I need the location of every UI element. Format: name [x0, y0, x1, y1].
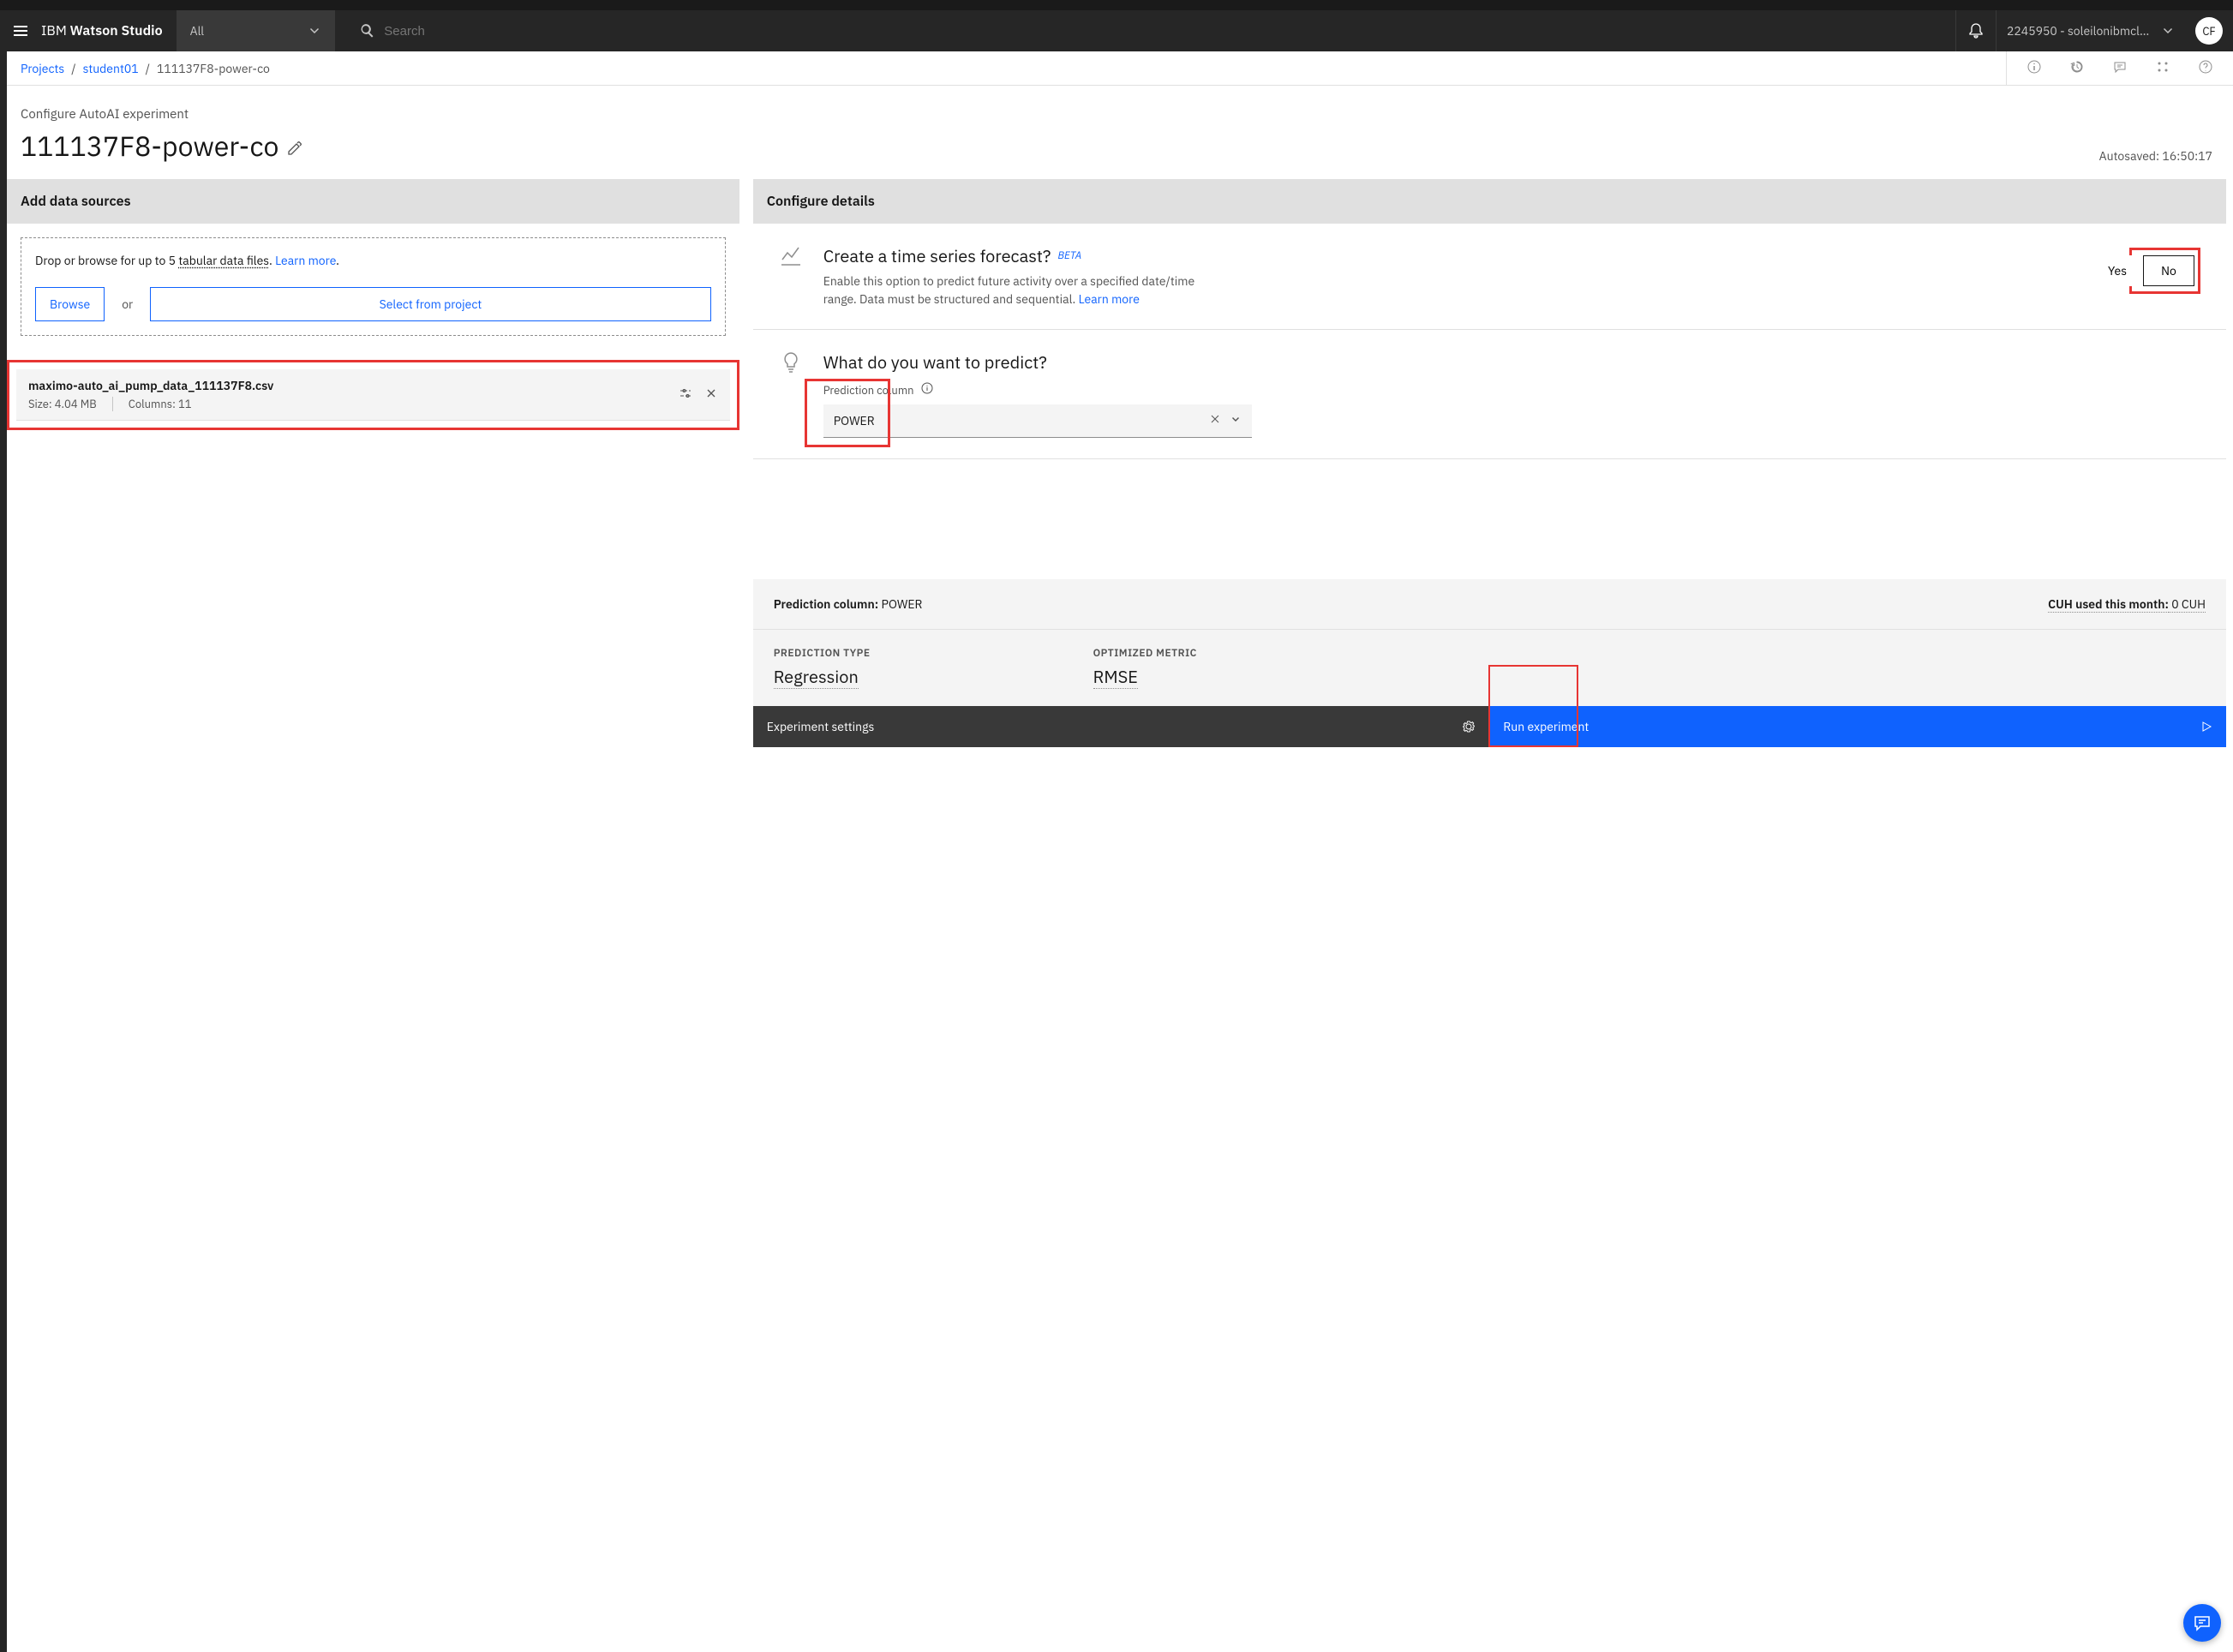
- user-avatar[interactable]: CF: [2195, 17, 2223, 45]
- breadcrumb-current: 111137F8-power-co: [157, 61, 270, 76]
- search-icon: [359, 22, 376, 39]
- top-header: IBM Watson Studio All 2245950 - soleilon…: [0, 10, 2233, 51]
- info-icon[interactable]: [2027, 60, 2041, 77]
- summary-bar: Prediction column: POWER CUH used this m…: [753, 579, 2226, 630]
- search-input[interactable]: [384, 24, 1945, 39]
- file-settings-icon[interactable]: [679, 386, 692, 404]
- type-row: PREDICTION TYPE Regression OPTIMIZED MET…: [753, 630, 2226, 706]
- chevron-down-icon: [308, 24, 321, 38]
- help-icon[interactable]: [2199, 60, 2212, 77]
- data-file-card[interactable]: maximo-auto_ai_pump_data_111137F8.csv Si…: [16, 369, 730, 421]
- file-remove-icon[interactable]: [704, 386, 718, 404]
- chat-icon: [2193, 1613, 2212, 1632]
- breadcrumb-bar: Projects / student01 / 111137F8-power-co: [0, 51, 2233, 86]
- watermark: [1969, 630, 2226, 706]
- run-experiment-button[interactable]: Run experiment: [1489, 706, 2226, 747]
- pred-type-label: PREDICTION TYPE: [774, 647, 871, 660]
- breadcrumb-projects[interactable]: Projects: [21, 61, 64, 76]
- select-from-project-button[interactable]: Select from project: [150, 287, 710, 321]
- chevron-down-icon[interactable]: [1230, 413, 1242, 428]
- metric-label: OPTIMIZED METRIC: [1093, 647, 1197, 660]
- drop-zone[interactable]: Drop or browse for up to 5 tabular data …: [21, 237, 726, 336]
- learn-more-link[interactable]: Learn more: [275, 253, 336, 268]
- metric-value: RMSE: [1093, 665, 1138, 689]
- play-icon: [2200, 721, 2212, 733]
- file-size: Size: 4.04 MB: [28, 397, 113, 411]
- clear-icon[interactable]: [1209, 413, 1221, 428]
- file-columns: Columns: 11: [129, 397, 192, 411]
- breadcrumb-student01[interactable]: student01: [83, 61, 139, 76]
- notifications-button[interactable]: [1955, 10, 1997, 51]
- predict-column-value: POWER: [834, 413, 1200, 428]
- pred-type-value: Regression: [774, 665, 859, 689]
- chart-icon: [779, 244, 803, 268]
- experiment-settings-button[interactable]: Experiment settings: [753, 706, 1490, 747]
- edit-title-button[interactable]: [287, 128, 302, 164]
- data-sources-header: Add data sources: [7, 179, 739, 224]
- file-name: maximo-auto_ai_pump_data_111137F8.csv: [28, 378, 679, 393]
- app-logo[interactable]: IBM Watson Studio: [41, 22, 177, 39]
- bell-icon: [1967, 22, 1985, 39]
- autosaved-status: Autosaved: 16:50:17: [2099, 148, 2212, 164]
- breadcrumb: Projects / student01 / 111137F8-power-co: [21, 61, 270, 76]
- search-bar[interactable]: [349, 22, 1955, 39]
- comment-icon[interactable]: [2113, 60, 2127, 77]
- browse-button[interactable]: Browse: [35, 287, 105, 321]
- side-strip: [0, 10, 7, 1652]
- ts-no-button[interactable]: No: [2143, 255, 2194, 286]
- page-header: Configure AutoAI experiment 111137F8-pow…: [0, 86, 2233, 179]
- browser-chrome: [0, 0, 2233, 10]
- page-title: 111137F8-power-co: [21, 128, 302, 164]
- predict-section: What do you want to predict? Prediction …: [753, 330, 2226, 459]
- time-series-section: Create a time series forecast? BETA Enab…: [753, 224, 2226, 330]
- yesno-highlight: Yes No: [2129, 248, 2200, 294]
- predict-title: What do you want to predict?: [823, 350, 2200, 374]
- chevron-down-icon: [2161, 24, 2175, 38]
- chat-button[interactable]: [2183, 1604, 2221, 1642]
- configure-details-header: Configure details: [753, 179, 2226, 224]
- history-icon[interactable]: [2070, 60, 2084, 77]
- spacer: [753, 459, 2226, 579]
- account-dropdown[interactable]: 2245950 - soleilonibmclou...: [1997, 23, 2185, 39]
- hamburger-icon: [12, 22, 29, 39]
- filter-dropdown[interactable]: All: [177, 10, 335, 51]
- nodes-icon[interactable]: [2156, 60, 2170, 77]
- page-subtitle: Configure AutoAI experiment: [21, 106, 302, 123]
- ts-yes-button[interactable]: Yes: [2092, 255, 2143, 286]
- or-text: or: [122, 296, 133, 312]
- info-icon[interactable]: [921, 382, 933, 398]
- beta-badge: BETA: [1057, 249, 1081, 262]
- bulb-icon: [779, 350, 803, 374]
- drop-text: Drop or browse for up to 5 tabular data …: [35, 252, 711, 270]
- bottom-actions: Experiment settings Run experiment: [753, 706, 2226, 747]
- ts-title: Create a time series forecast?: [823, 244, 1051, 267]
- predict-column-dropdown[interactable]: POWER: [823, 404, 1252, 438]
- predict-column-label: Prediction column: [823, 383, 914, 398]
- ts-learn-more[interactable]: Learn more: [1079, 291, 1140, 307]
- ts-desc: Enable this option to predict future act…: [823, 272, 1200, 308]
- gear-icon: [1462, 720, 1476, 733]
- file-highlight: maximo-auto_ai_pump_data_111137F8.csv Si…: [7, 360, 739, 430]
